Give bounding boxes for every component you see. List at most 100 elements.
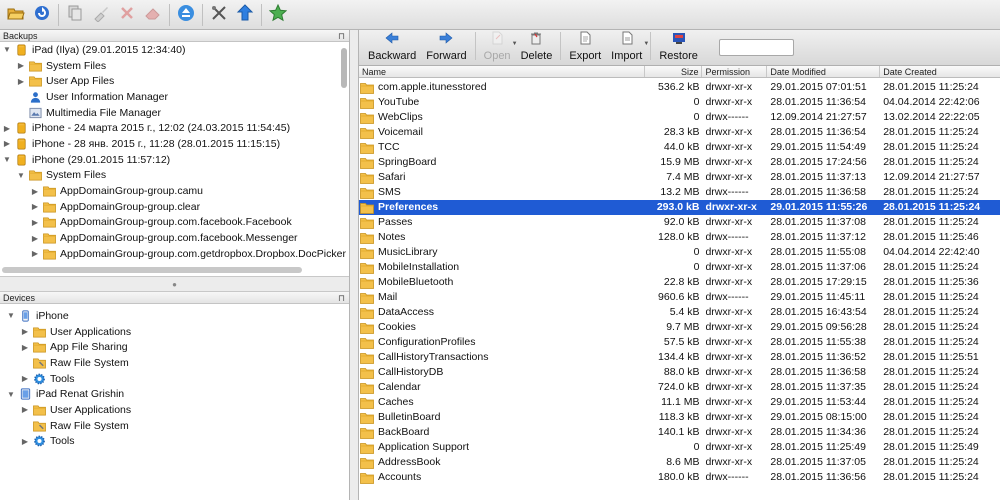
disclosure-open-icon[interactable]: ▼ (6, 311, 16, 320)
disclosure-open-icon[interactable]: ▼ (16, 171, 26, 180)
file-row[interactable]: BulletinBoard 118.3 kB drwxr-xr-x 29.01.201… (359, 410, 1000, 425)
column-name-header[interactable]: Name (359, 66, 645, 77)
disclosure-open-icon[interactable]: ▼ (2, 45, 12, 54)
eraser-button[interactable] (140, 2, 166, 28)
file-row[interactable]: MobileInstallation 0 drwxr-xr-x 28.01.2015 … (359, 260, 1000, 275)
scrollbar-thumb[interactable] (2, 267, 302, 273)
upload-arrow-button[interactable] (232, 2, 258, 28)
open-folder-button[interactable] (3, 2, 29, 28)
disclosure-closed-icon[interactable]: ▶ (20, 374, 30, 383)
export-button[interactable]: Export (564, 30, 606, 62)
backups-tree-item[interactable]: ▶ System Files (0, 58, 349, 74)
backups-tree-item[interactable]: ▶ AppDomainGroup-group.clear (0, 199, 349, 215)
backups-tree-item[interactable]: Multimedia File Manager (0, 105, 349, 121)
file-row[interactable]: Notes 128.0 kB drwx------ 28.01.2015 11:37:… (359, 230, 1000, 245)
file-row[interactable]: WebClips 0 drwx------ 12.09.2014 21:27:57 13… (359, 110, 1000, 125)
panel-divider[interactable] (350, 30, 358, 500)
file-row[interactable]: Voicemail 28.3 kB drwxr-xr-x 28.01.2015 11:… (359, 125, 1000, 140)
column-size-header[interactable]: Size (645, 66, 703, 77)
copy-button[interactable] (62, 2, 88, 28)
column-modified-header[interactable]: Date Modified (767, 66, 881, 77)
disclosure-closed-icon[interactable]: ▶ (20, 437, 30, 446)
forward-button[interactable]: Forward (421, 30, 471, 62)
file-row[interactable]: ConfigurationProfiles 57.5 kB drwxr-xr-x 28… (359, 335, 1000, 350)
backward-button[interactable]: Backward (363, 30, 421, 62)
panel-splitter[interactable]: ● (0, 276, 349, 292)
scrollbar-thumb[interactable] (341, 48, 347, 88)
disclosure-closed-icon[interactable]: ▶ (20, 327, 30, 336)
file-row[interactable]: CallHistoryTransactions 134.4 kB drwxr-xr-… (359, 350, 1000, 365)
devices-tree-item[interactable]: ▶ User Applications (0, 324, 349, 340)
disclosure-closed-icon[interactable]: ▶ (30, 187, 40, 196)
backups-tree-item[interactable]: User Information Manager (0, 89, 349, 105)
backups-tree-item[interactable]: ▶ iPhone - 24 марта 2015 г., 12:02 (24.03… (0, 120, 349, 136)
file-row[interactable]: Mail 960.6 kB drwx------ 29.01.2015 11:45:1… (359, 290, 1000, 305)
search-input[interactable] (719, 39, 794, 56)
disclosure-closed-icon[interactable]: ▶ (2, 124, 12, 133)
brush-button[interactable] (88, 2, 114, 28)
disclosure-closed-icon[interactable]: ▶ (30, 249, 40, 258)
import-button[interactable]: Import ▼ (606, 30, 649, 62)
file-row[interactable]: Accounts 180.0 kB drwx------ 28.01.2015 11:… (359, 470, 1000, 485)
pin-icon[interactable]: ⊓ (338, 292, 345, 304)
backups-tree-item[interactable]: ▼ System Files (0, 168, 349, 184)
file-row[interactable]: AddressBook 8.6 MB drwxr-xr-x 28.01.2015 11… (359, 455, 1000, 470)
file-row[interactable]: MobileBluetooth 22.8 kB drwxr-xr-x 28.01.20… (359, 275, 1000, 290)
file-row[interactable]: com.apple.itunesstored 536.2 kB drwxr-xr-x… (359, 80, 1000, 95)
delete-x-button[interactable] (114, 2, 140, 28)
devices-tree-item[interactable]: Raw File System (0, 418, 349, 434)
disclosure-closed-icon[interactable]: ▶ (16, 61, 26, 70)
backups-tree-item[interactable]: ▶ AppDomainGroup-group.camu (0, 183, 349, 199)
disclosure-closed-icon[interactable]: ▶ (20, 405, 30, 414)
disclosure-closed-icon[interactable]: ▶ (30, 218, 40, 227)
disclosure-closed-icon[interactable]: ▶ (20, 343, 30, 352)
devices-tree-item[interactable]: ▼ iPad Renat Grishin (0, 386, 349, 402)
backups-tree-item[interactable]: ▶ AppDomainGroup-group.com.facebook.Messe… (0, 230, 349, 246)
vertical-scrollbar[interactable] (340, 44, 348, 274)
disclosure-closed-icon[interactable]: ▶ (16, 77, 26, 86)
devices-tree-item[interactable]: ▶ App File Sharing (0, 339, 349, 355)
open-button[interactable]: Open ▼ (479, 30, 518, 62)
disclosure-open-icon[interactable]: ▼ (6, 390, 16, 399)
backups-tree-item[interactable]: ▶ AppDomainGroup-group.com.getdropbox.Dro… (0, 246, 349, 262)
devices-tree-item[interactable]: ▼ iPhone (0, 308, 349, 324)
devices-tree-item[interactable]: ▶ User Applications (0, 402, 349, 418)
star-button[interactable] (265, 2, 291, 28)
tools-button[interactable] (206, 2, 232, 28)
eject-button[interactable] (173, 2, 199, 28)
file-row[interactable]: YouTube 0 drwxr-xr-x 28.01.2015 11:36:54 04.… (359, 95, 1000, 110)
file-row[interactable]: TCC 44.0 kB drwxr-xr-x 29.01.2015 11:54:49 2… (359, 140, 1000, 155)
file-row[interactable]: SMS 13.2 MB drwx------ 28.01.2015 11:36:58 2… (359, 185, 1000, 200)
horizontal-scrollbar[interactable] (2, 267, 338, 274)
disclosure-closed-icon[interactable]: ▶ (2, 139, 12, 148)
file-row[interactable]: Safari 7.4 MB drwxr-xr-x 28.01.2015 11:37:1… (359, 170, 1000, 185)
backups-tree-item[interactable]: ▶ iPhone - 28 янв. 2015 г., 11:28 (28.01.… (0, 136, 349, 152)
dropdown-arrow-icon[interactable]: ▼ (643, 41, 649, 47)
backups-tree-item[interactable]: ▼ iPhone (29.01.2015 11:57:12) (0, 152, 349, 168)
file-row[interactable]: BackBoard 140.1 kB drwxr-xr-x 28.01.2015 11… (359, 425, 1000, 440)
column-created-header[interactable]: Date Created (880, 66, 1000, 77)
delete-button[interactable]: Delete (516, 30, 558, 62)
pin-icon[interactable]: ⊓ (338, 30, 345, 42)
backups-tree-item[interactable]: ▼ iPad (Ilya) (29.01.2015 12:34:40) (0, 42, 349, 58)
file-row[interactable]: CallHistoryDB 88.0 kB drwxr-xr-x 28.01.2015… (359, 365, 1000, 380)
disclosure-open-icon[interactable]: ▼ (2, 155, 12, 164)
devices-tree-item[interactable]: ▶ Tools (0, 434, 349, 450)
refresh-button[interactable] (29, 2, 55, 28)
file-row-selected[interactable]: Preferences 293.0 kB drwxr-xr-x 29.01.2015 … (359, 200, 1000, 215)
devices-tree-item[interactable]: Raw File System (0, 355, 349, 371)
file-row[interactable]: Caches 11.1 MB drwxr-xr-x 29.01.2015 11:53:… (359, 395, 1000, 410)
file-row[interactable]: Application Support 0 drwxr-xr-x 28.01.2015… (359, 440, 1000, 455)
disclosure-closed-icon[interactable]: ▶ (30, 202, 40, 211)
backups-tree-item[interactable]: ▶ AppDomainGroup-group.com.facebook.Faceb… (0, 215, 349, 231)
devices-tree-item[interactable]: ▶ Tools (0, 371, 349, 387)
file-row[interactable]: Passes 92.0 kB drwxr-xr-x 28.01.2015 11:37:… (359, 215, 1000, 230)
file-row[interactable]: SpringBoard 15.9 MB drwxr-xr-x 28.01.2015 1… (359, 155, 1000, 170)
backups-tree-item[interactable]: ▶ User App Files (0, 73, 349, 89)
file-row[interactable]: Cookies 9.7 MB drwxr-xr-x 29.01.2015 09:56:… (359, 320, 1000, 335)
file-row[interactable]: Calendar 724.0 kB drwxr-xr-x 28.01.2015 11:… (359, 380, 1000, 395)
file-row[interactable]: MusicLibrary 0 drwxr-xr-x 28.01.2015 11:55:… (359, 245, 1000, 260)
column-permission-header[interactable]: Permission (702, 66, 768, 77)
disclosure-closed-icon[interactable]: ▶ (30, 234, 40, 243)
restore-button[interactable]: Restore (654, 30, 703, 62)
